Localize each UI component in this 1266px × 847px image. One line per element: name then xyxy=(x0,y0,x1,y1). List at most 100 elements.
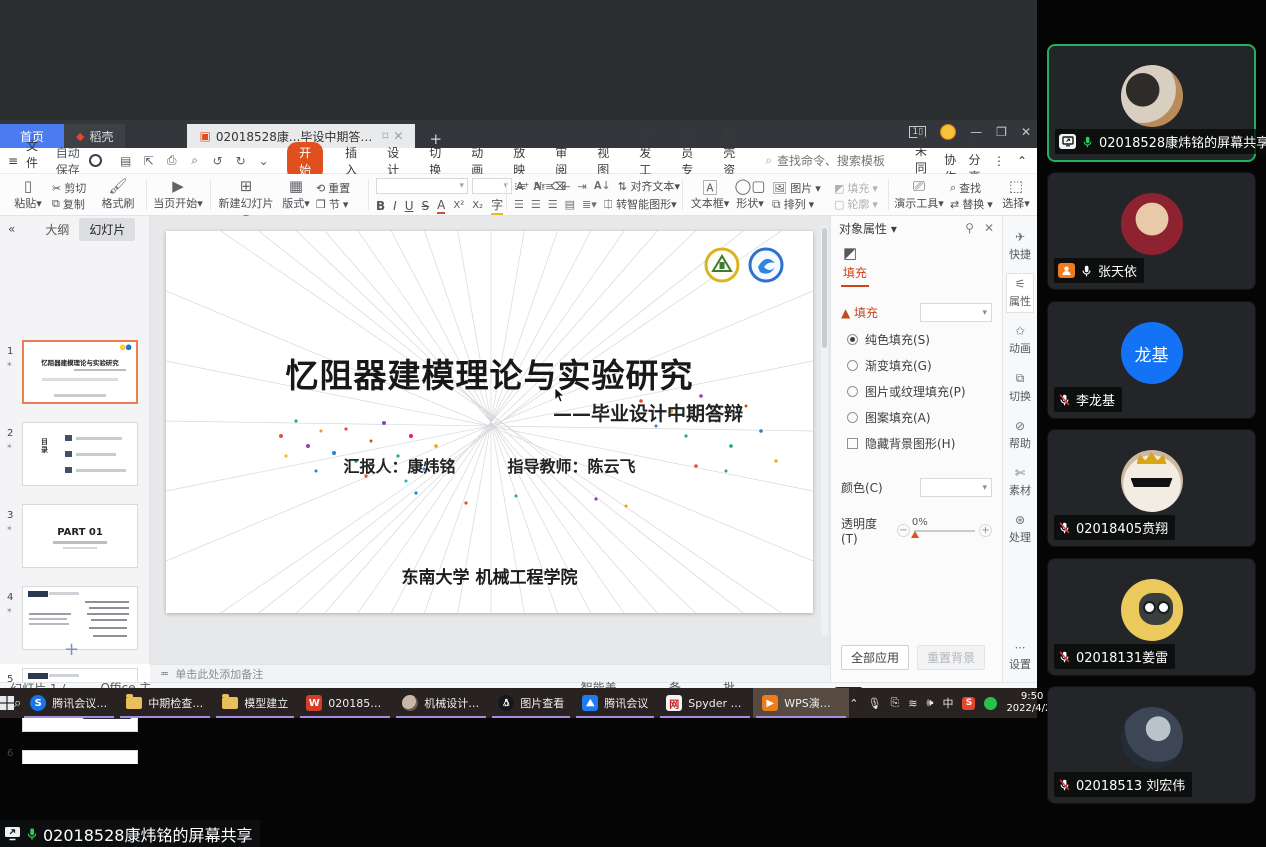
bold-button[interactable]: B xyxy=(376,199,385,213)
slide-subtitle[interactable]: ——毕业设计中期答辩 xyxy=(553,399,743,426)
align-right-icon[interactable]: ☰ xyxy=(548,198,558,211)
font-color-button[interactable]: A xyxy=(437,198,445,214)
sogou-input-icon[interactable]: S xyxy=(962,697,975,710)
participant-tile-sharing[interactable]: 02018528康炜铭的屏幕共享 xyxy=(1047,44,1256,162)
slider-handle[interactable] xyxy=(911,531,919,538)
present-tools-button[interactable]: ⎚ 演示工具▾ xyxy=(892,177,946,211)
strip-help[interactable]: ⊘帮助 xyxy=(1009,419,1031,451)
reset-background-button[interactable]: 重置背景 xyxy=(917,645,985,670)
fill-tab[interactable]: 填充 xyxy=(841,262,869,287)
collapse-panel-icon[interactable]: « xyxy=(0,222,23,236)
search-input[interactable] xyxy=(777,154,907,168)
fill-option-solid[interactable]: 纯色填充(S) xyxy=(847,331,1002,348)
strip-settings[interactable]: ⋯设置 xyxy=(1009,641,1031,672)
strip-animation[interactable]: ✩动画 xyxy=(1009,324,1031,356)
slide-title[interactable]: 忆阻器建模理论与实验研究 xyxy=(166,349,813,397)
line-spacing-icon[interactable]: ≣▾ xyxy=(582,198,597,211)
undo-icon[interactable]: ↺ xyxy=(210,153,225,168)
justify-icon[interactable]: ▤ xyxy=(565,198,575,211)
slide-thumbnail-4[interactable] xyxy=(22,586,138,650)
tray-expand-icon[interactable]: ⌃ xyxy=(849,697,858,710)
italic-button[interactable]: I xyxy=(393,199,397,213)
transparency-plus-button[interactable]: + xyxy=(979,524,992,537)
layout-button[interactable]: ▦ 版式▾ xyxy=(278,177,314,211)
section-button[interactable]: ❒节▾ xyxy=(316,196,348,212)
cut-button[interactable]: ✂剪切 xyxy=(52,180,86,196)
align-center-icon[interactable]: ☰ xyxy=(531,198,541,211)
command-search[interactable]: ⌕ xyxy=(765,153,907,168)
arrange-button[interactable]: ⧉排列▾ xyxy=(772,196,814,212)
find-button[interactable]: ⌕查找 xyxy=(950,180,981,196)
customize-toolbar-icon[interactable]: ⌄ xyxy=(256,153,271,168)
export-icon[interactable]: ⇱ xyxy=(141,153,156,168)
smart-graphic-button[interactable]: ⎅ 转智能图形▾ xyxy=(604,196,677,212)
slide-thumbnail-6[interactable] xyxy=(22,750,138,764)
pin-icon[interactable]: ⚲ xyxy=(965,221,974,235)
participant-tile-lilongji[interactable]: 龙基 李龙基 xyxy=(1047,301,1256,419)
select-button[interactable]: ⬚ 选择▾ xyxy=(997,177,1035,211)
participant-tile-zhangtianyi[interactable]: 张天依 xyxy=(1047,172,1256,290)
print-icon[interactable]: ⎙ xyxy=(164,153,179,168)
highlight-button[interactable]: 字 xyxy=(491,196,503,215)
numbering-icon[interactable]: №≡ xyxy=(534,180,555,193)
slide-presenter-row[interactable]: 汇报人：康炜铭 指导教师：陈云飞 xyxy=(166,453,813,477)
reset-button[interactable]: ⟲重置 xyxy=(316,180,350,196)
redo-icon[interactable]: ↻ xyxy=(233,153,248,168)
close-panel-icon[interactable]: ✕ xyxy=(984,221,994,235)
add-slide-button[interactable]: + xyxy=(64,639,79,660)
outline-tab[interactable]: 大纲 xyxy=(35,218,79,241)
strip-quick[interactable]: ✈快捷 xyxy=(1009,230,1031,262)
textbox-button[interactable]: 🄰 文本框▾ xyxy=(688,177,732,211)
taskbar-search-button[interactable]: ⌕ xyxy=(14,688,21,718)
fill-preset-dropdown[interactable]: ▾ xyxy=(920,303,992,322)
tray-display-icon[interactable]: ⎘ xyxy=(890,696,899,710)
shapes-button[interactable]: ◯▢ 形状▾ xyxy=(732,177,768,211)
transparency-slider[interactable]: 0% xyxy=(914,530,975,532)
tray-mic-icon[interactable]: 🎙︎ xyxy=(868,697,882,710)
paste-button[interactable]: ▯ 粘贴▾ xyxy=(6,177,50,211)
fill-section-header[interactable]: ▲ 填充 xyxy=(841,304,878,321)
picture-button[interactable]: 🖼︎图片▾ xyxy=(772,180,821,196)
preview-icon[interactable]: ⌕ xyxy=(187,153,202,168)
strikethrough-button[interactable]: S xyxy=(422,199,430,213)
taskbar-app-group-chat[interactable]: 机械设计1组... xyxy=(393,688,489,718)
canvas-vertical-scrollbar[interactable] xyxy=(821,226,828,636)
tray-wifi-icon[interactable]: ≋ xyxy=(908,697,917,710)
fill-option-pattern[interactable]: 图案填充(A) xyxy=(847,409,1002,426)
autosave-toggle[interactable] xyxy=(89,154,103,167)
tray-volume-icon[interactable]: 🕪 xyxy=(927,696,934,710)
slide-thumbnail-3[interactable]: PART 01 xyxy=(22,504,138,568)
taskbar-app-image-viewer[interactable]: 🐧︎ 图片查看 xyxy=(489,688,573,718)
participant-tile-liuhongwei[interactable]: 02018513 刘宏伟 xyxy=(1047,686,1256,804)
fill-option-picture[interactable]: 图片或纹理填充(P) xyxy=(847,383,1002,400)
taskbar-app-spyder[interactable]: ⽹ Spyder (Py... xyxy=(657,688,753,718)
slide-footer[interactable]: 东南大学 机械工程学院 xyxy=(166,563,813,588)
apply-all-button[interactable]: 全部应用 xyxy=(841,645,909,670)
transparency-minus-button[interactable]: − xyxy=(897,524,910,537)
taskbar-app-voov[interactable]: ⛰ 腾讯会议 xyxy=(573,688,657,718)
outline-button[interactable]: ▢轮廓▾ xyxy=(834,196,878,212)
format-painter-button[interactable]: 🖌︎ 格式刷 xyxy=(96,177,140,211)
slide-thumbnail-1[interactable]: 🟡🔵 忆阻器建模理论与实验研究 xyxy=(22,340,138,404)
strip-material[interactable]: ✄素材 xyxy=(1009,466,1031,498)
tray-ime-indicator[interactable]: 中 xyxy=(942,695,953,711)
hide-background-checkbox[interactable]: 隐藏背景图形(H) xyxy=(847,435,1002,452)
green-tray-icon[interactable] xyxy=(984,697,997,710)
bullets-icon[interactable]: ⁝≡ xyxy=(514,180,527,193)
font-family-select[interactable]: ▾ xyxy=(376,178,468,194)
increase-indent-icon[interactable]: ⇥ xyxy=(578,180,587,193)
replace-button[interactable]: ⇄替换▾ xyxy=(950,196,993,212)
strip-process[interactable]: ⊛处理 xyxy=(1009,513,1031,545)
subscript-button[interactable]: X₂ xyxy=(472,200,483,211)
fill-button[interactable]: ◩填充▾ xyxy=(834,180,878,196)
participant-tile-jianglei[interactable]: 02018131姜雷 xyxy=(1047,558,1256,676)
decrease-indent-icon[interactable]: ⇤ xyxy=(561,180,570,193)
underline-button[interactable]: U xyxy=(405,199,414,213)
participant-tile-benxiang[interactable]: 02018405贲翔 xyxy=(1047,429,1256,547)
collapse-ribbon-icon[interactable]: ⌃ xyxy=(1017,154,1027,168)
taskbar-app-voov-call[interactable]: S 腾讯会议 - ... xyxy=(21,688,117,718)
start-button[interactable] xyxy=(0,688,14,718)
taskbar-app-wps-show[interactable]: ▶ WPS演示 幻... xyxy=(753,688,849,718)
color-dropdown[interactable]: ▾ xyxy=(920,478,992,497)
slide-1-canvas[interactable]: 忆阻器建模理论与实验研究 ——毕业设计中期答辩 汇报人：康炜铭 指导教师：陈云飞… xyxy=(166,231,813,613)
